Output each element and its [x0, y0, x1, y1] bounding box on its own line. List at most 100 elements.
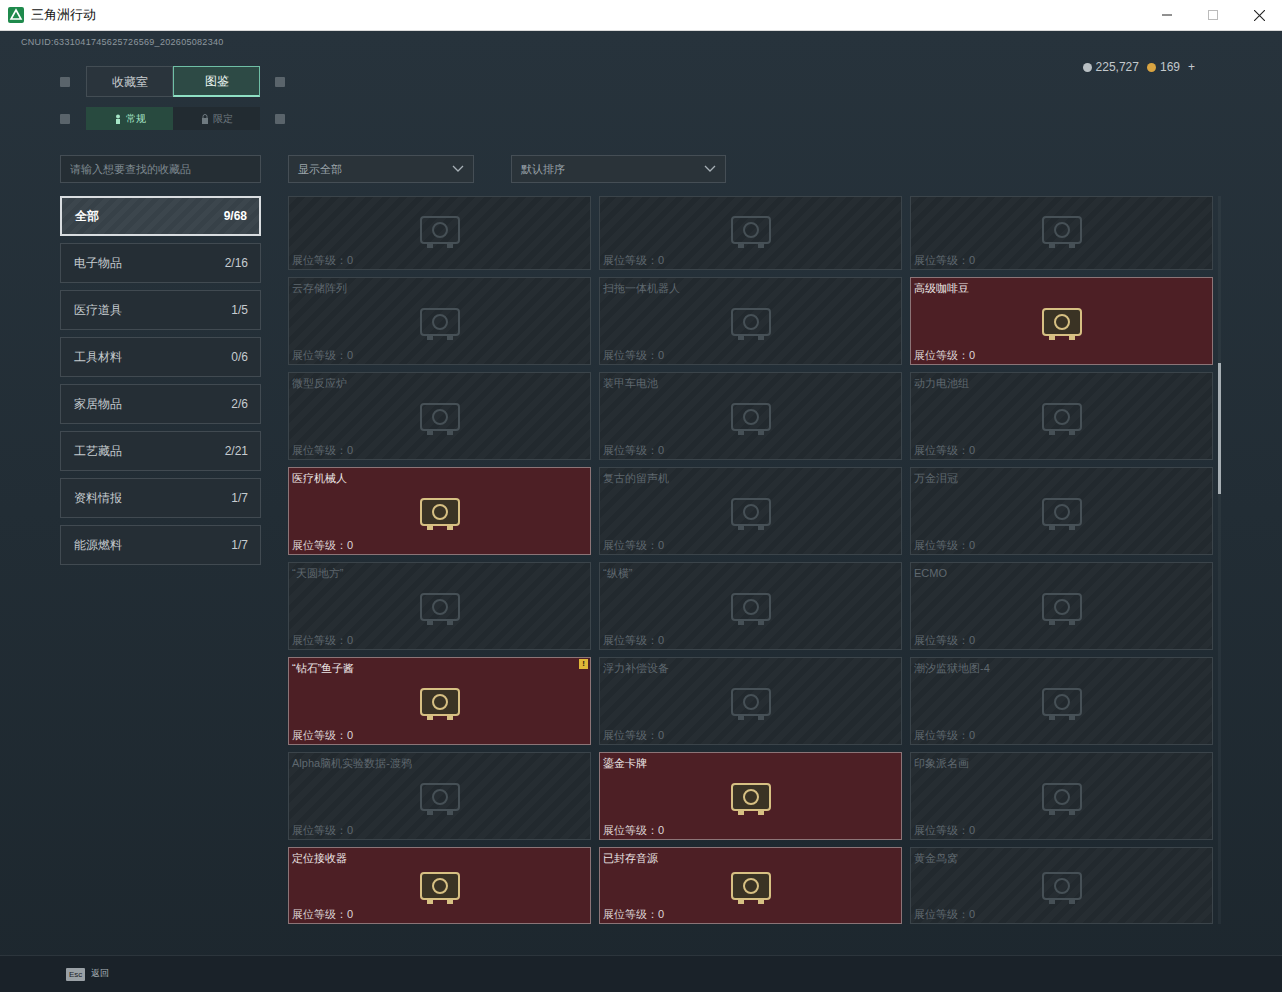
header: CNUID:6331041745625726569_202605082340收藏…: [0, 31, 1282, 155]
item-icon: [413, 301, 467, 343]
item-card[interactable]: “纵横”展位等级：0: [599, 562, 902, 650]
category-item[interactable]: 资料情报1/7: [60, 478, 261, 518]
category-count: 2/16: [225, 254, 248, 272]
item-image: [292, 485, 587, 538]
item-image: [603, 865, 898, 907]
search-field[interactable]: [60, 155, 261, 183]
item-card[interactable]: 鎏金卡牌展位等级：0: [599, 752, 902, 840]
item-card[interactable]: 展位等级：0: [599, 196, 902, 270]
key-hint-icon: [275, 114, 285, 124]
title-bar: 三角洲行动: [0, 0, 1282, 31]
category-item[interactable]: 工艺藏品2/21: [60, 431, 261, 471]
item-card[interactable]: 浮力补偿设备展位等级：0: [599, 657, 902, 745]
item-grid: 展位等级：0展位等级：0展位等级：0云存储阵列展位等级：0扫拖一体机器人展位等级…: [288, 196, 1213, 924]
tab[interactable]: 收藏室: [86, 66, 173, 97]
item-card[interactable]: 装甲车电池展位等级：0: [599, 372, 902, 460]
item-icon: [1035, 396, 1089, 438]
dropdown-value: 默认排序: [521, 161, 565, 178]
item-name: 医疗机械人: [292, 471, 587, 485]
app-logo-icon: [8, 7, 24, 23]
category-label: 家居物品: [74, 395, 122, 413]
item-display-level: 展位等级：0: [603, 823, 898, 837]
item-card[interactable]: 定位接收器展位等级：0: [288, 847, 591, 924]
maximize-icon: [1208, 10, 1218, 20]
tab-row: 收藏室图鉴225,727169+: [0, 66, 1282, 97]
item-display-level: 展位等级：0: [603, 253, 898, 267]
item-card[interactable]: 医疗机械人展位等级：0: [288, 467, 591, 555]
esc-key[interactable]: Esc: [66, 968, 85, 981]
minimize-button[interactable]: [1144, 0, 1190, 30]
item-card[interactable]: Alpha脑机实验数据-渡鸦展位等级：0: [288, 752, 591, 840]
item-image: [914, 865, 1209, 907]
item-image: [292, 865, 587, 907]
close-icon: [1254, 10, 1265, 21]
item-card[interactable]: 万金泪冠展位等级：0: [910, 467, 1213, 555]
subtab[interactable]: 常规: [86, 107, 173, 130]
tab[interactable]: 图鉴: [173, 66, 260, 97]
item-display-level: 展位等级：0: [292, 538, 587, 552]
back-label[interactable]: 返回: [91, 967, 109, 981]
key-hint-icon: [275, 77, 285, 87]
key-hint-icon: [60, 114, 70, 124]
item-icon: [724, 776, 778, 818]
category-label: 工具材料: [74, 348, 122, 366]
scrollbar[interactable]: [1218, 196, 1221, 924]
item-name: 复古的留声机: [603, 471, 898, 485]
category-item[interactable]: 能源燃料1/7: [60, 525, 261, 565]
item-image: [603, 295, 898, 348]
item-card[interactable]: “钻石”鱼子酱展位等级：0!: [288, 657, 591, 745]
add-currency-button[interactable]: +: [1188, 58, 1195, 76]
item-card[interactable]: 展位等级：0: [288, 196, 591, 270]
item-card[interactable]: 扫拖一体机器人展位等级：0: [599, 277, 902, 365]
item-icon: [413, 491, 467, 533]
item-icon: [1035, 301, 1089, 343]
item-display-level: 展位等级：0: [914, 538, 1209, 552]
item-card[interactable]: 高级咖啡豆展位等级：0: [910, 277, 1213, 365]
item-display-level: 展位等级：0: [914, 348, 1209, 362]
category-count: 9/68: [224, 207, 247, 225]
item-card[interactable]: 动力电池组展位等级：0: [910, 372, 1213, 460]
scrollbar-thumb[interactable]: [1218, 363, 1221, 494]
category-item[interactable]: 家居物品2/6: [60, 384, 261, 424]
item-icon: [1035, 209, 1089, 251]
coin-icon: [1147, 63, 1156, 72]
item-image: [914, 675, 1209, 728]
item-display-level: 展位等级：0: [914, 253, 1209, 267]
tab-bar: 收藏室图鉴: [86, 66, 260, 97]
subtab[interactable]: 限定: [173, 107, 260, 130]
maximize-button[interactable]: [1190, 0, 1236, 30]
item-name: ECMO: [914, 566, 1209, 580]
item-card[interactable]: “天圆地方”展位等级：0: [288, 562, 591, 650]
currency: 225,727: [1083, 58, 1139, 76]
item-card[interactable]: 展位等级：0: [910, 196, 1213, 270]
item-display-level: 展位等级：0: [603, 907, 898, 921]
category-item[interactable]: 医疗道具1/5: [60, 290, 261, 330]
item-name: 潮汐监狱地图-4: [914, 661, 1209, 675]
category-item[interactable]: 电子物品2/16: [60, 243, 261, 283]
item-card[interactable]: 已封存音源展位等级：0: [599, 847, 902, 924]
item-icon: [724, 209, 778, 251]
item-display-level: 展位等级：0: [603, 443, 898, 457]
item-name: 动力电池组: [914, 376, 1209, 390]
item-name: 高级咖啡豆: [914, 281, 1209, 295]
item-card[interactable]: ECMO展位等级：0: [910, 562, 1213, 650]
subtab-label: 常规: [126, 111, 146, 126]
item-name: 黄金鸟窝: [914, 851, 1209, 865]
item-image: [914, 200, 1209, 253]
item-card[interactable]: 印象派名画展位等级：0: [910, 752, 1213, 840]
item-name: “纵横”: [603, 566, 898, 580]
item-card[interactable]: 潮汐监狱地图-4展位等级：0: [910, 657, 1213, 745]
item-image: [292, 295, 587, 348]
close-button[interactable]: [1236, 0, 1282, 30]
filter-dropdown[interactable]: 显示全部: [288, 155, 474, 183]
item-card[interactable]: 黄金鸟窝展位等级：0: [910, 847, 1213, 924]
filter-dropdown[interactable]: 默认排序: [511, 155, 726, 183]
item-card[interactable]: 复古的留声机展位等级：0: [599, 467, 902, 555]
window-title: 三角洲行动: [31, 5, 96, 25]
category-item[interactable]: 全部9/68: [60, 196, 261, 236]
category-item[interactable]: 工具材料0/6: [60, 337, 261, 377]
item-card[interactable]: 云存储阵列展位等级：0: [288, 277, 591, 365]
item-display-level: 展位等级：0: [292, 728, 587, 742]
key-hint-icon: [60, 77, 70, 87]
item-card[interactable]: 微型反应炉展位等级：0: [288, 372, 591, 460]
